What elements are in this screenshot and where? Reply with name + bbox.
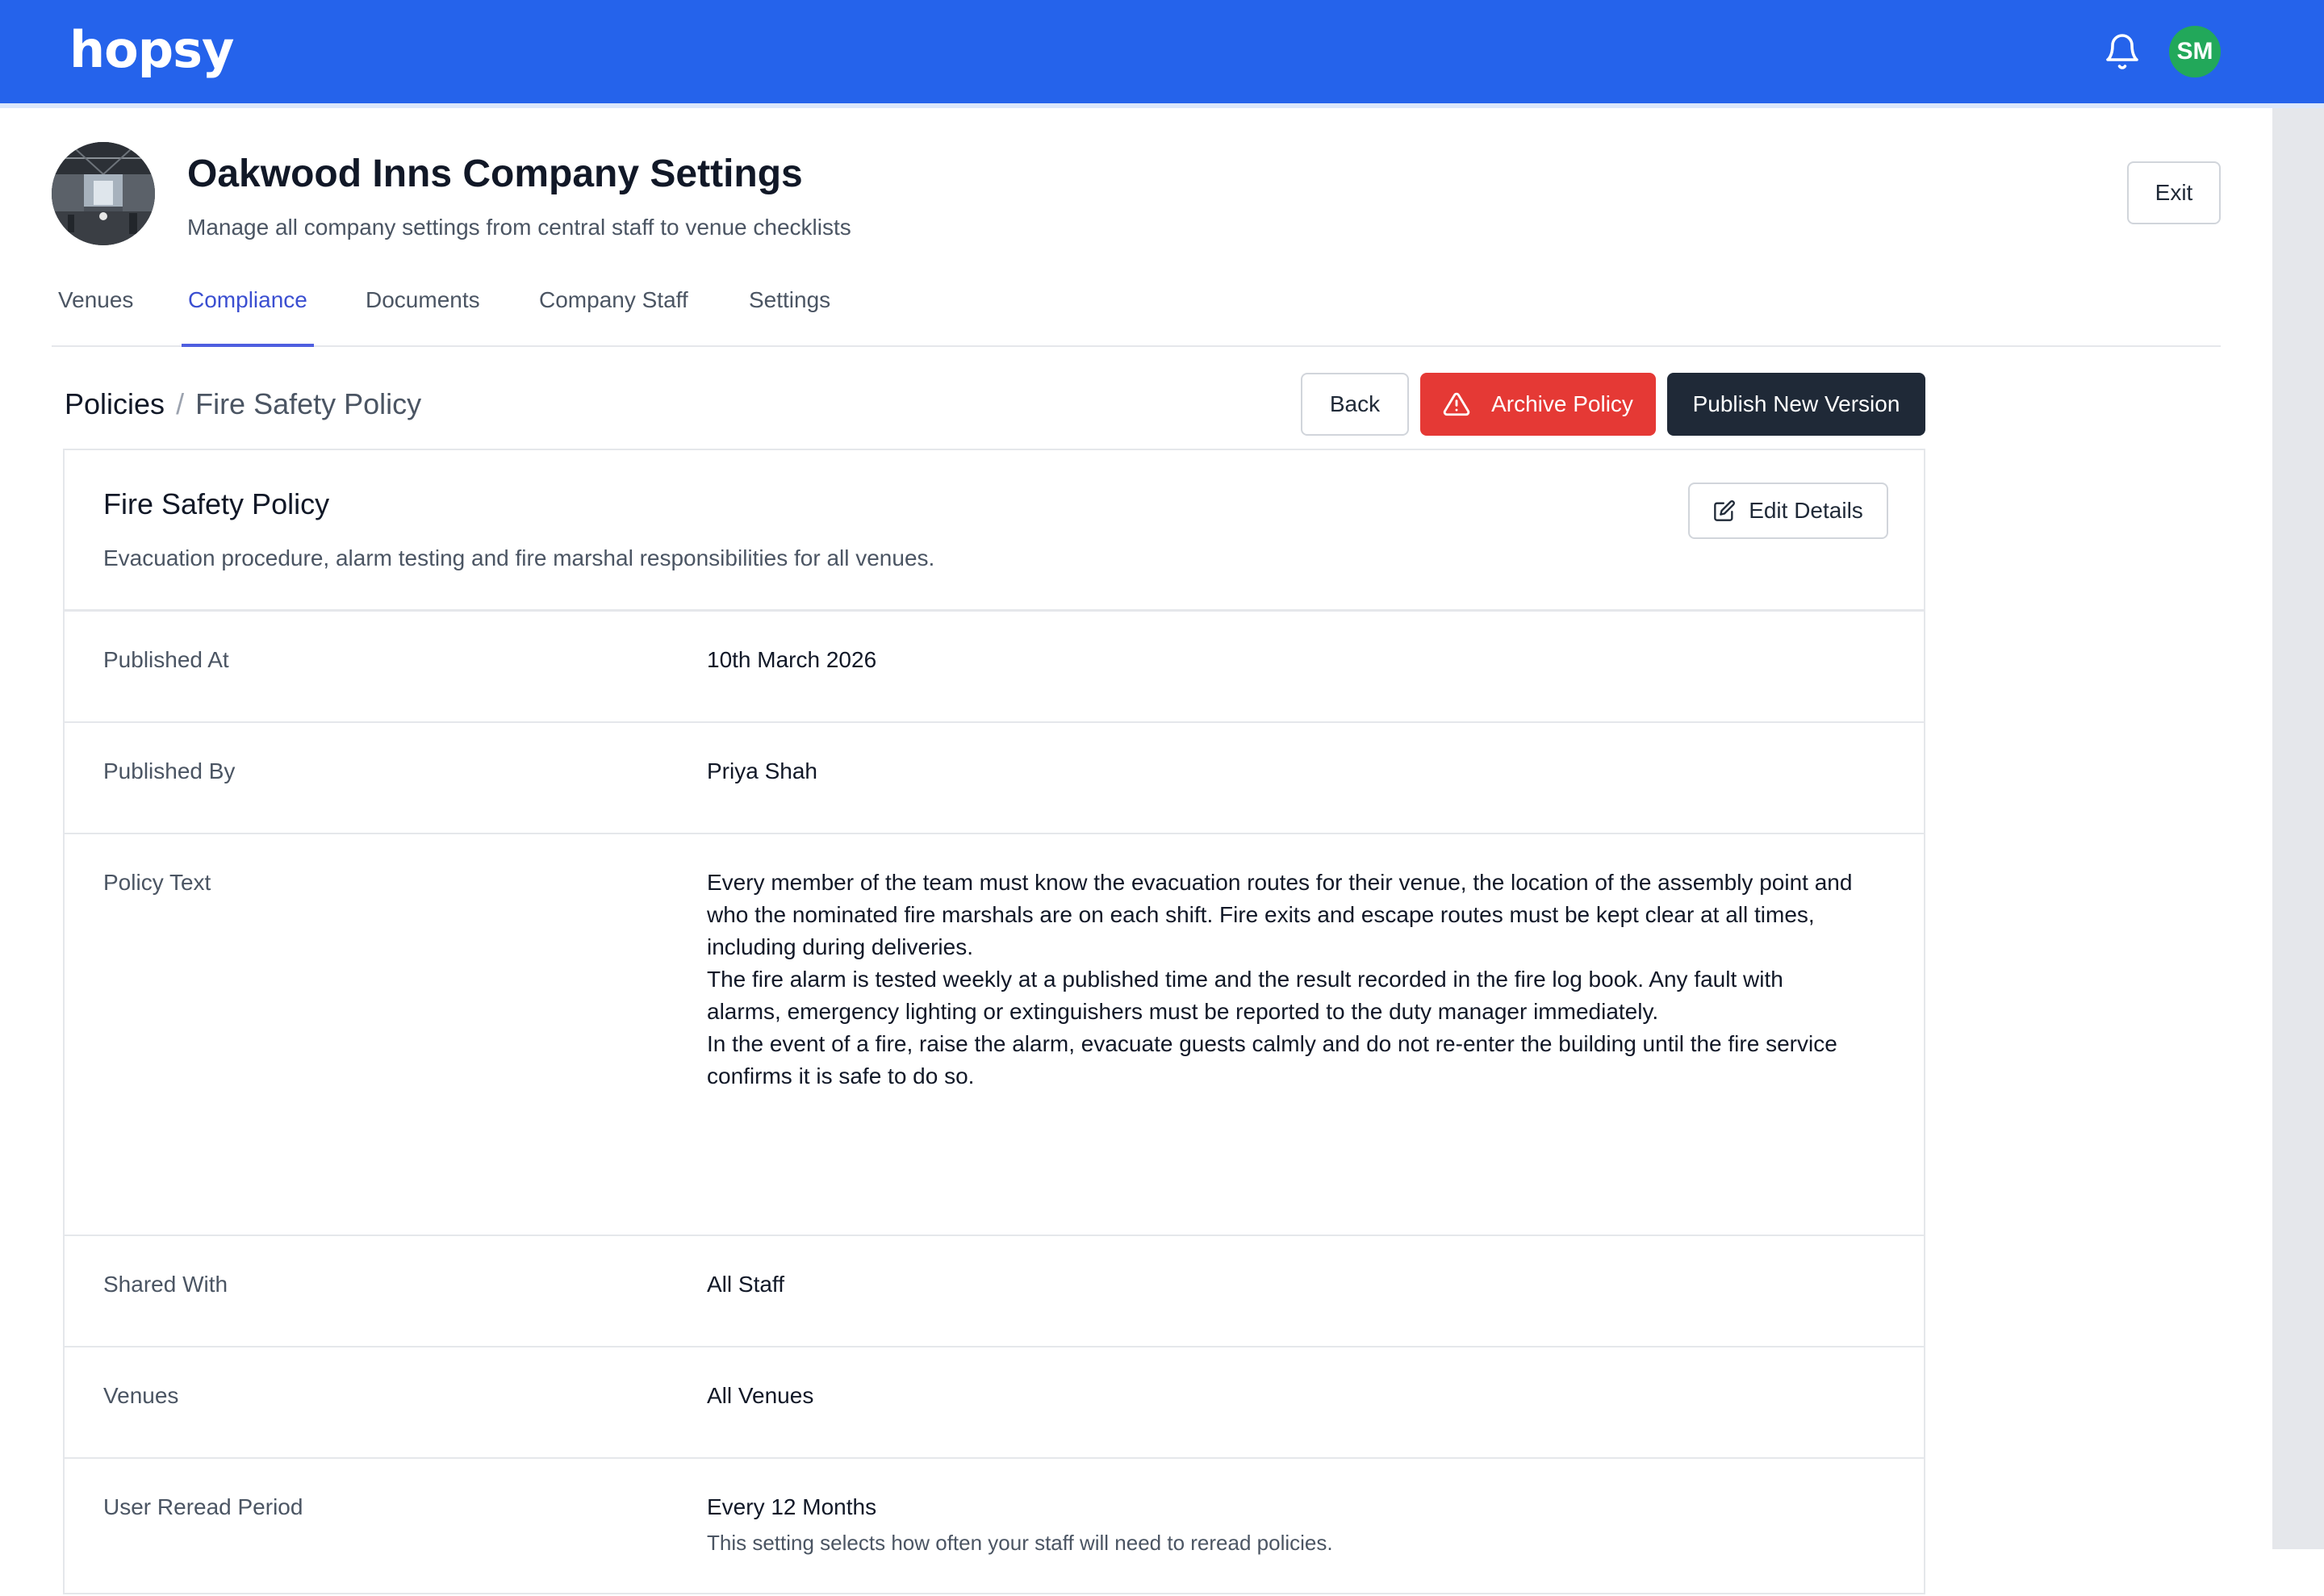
shared-with-value: All Staff [707, 1272, 784, 1297]
policy-card: Fire Safety Policy Evacuation procedure,… [63, 449, 1925, 1594]
shared-with-label: Shared With [103, 1272, 228, 1297]
policy-text-paragraph: In the event of a fire, raise the alarm,… [707, 1031, 1837, 1088]
archive-policy-label: Archive Policy [1491, 391, 1633, 416]
published-by-value: Priya Shah [707, 758, 817, 783]
reread-period-row: User Reread Period Every 12 Months This … [65, 1459, 1924, 1596]
tab-settings[interactable]: Settings [749, 274, 830, 347]
policy-text-label: Policy Text [103, 870, 211, 895]
published-by-label: Published By [103, 758, 236, 783]
policy-title: Fire Safety Policy [103, 487, 330, 520]
publish-new-version-button[interactable]: Publish New Version [1667, 373, 1925, 436]
tab-venues[interactable]: Venues [58, 274, 133, 347]
reread-period-help: This setting selects how often your staf… [707, 1531, 1333, 1555]
tab-compliance[interactable]: Compliance [182, 274, 314, 347]
scrollbar-track[interactable] [2272, 108, 2324, 1549]
venues-label: Venues [103, 1383, 179, 1408]
navbar-divider [0, 103, 2324, 108]
breadcrumb-current: Fire Safety Policy [195, 387, 422, 420]
published-at-label: Published At [103, 647, 229, 672]
policy-text-paragraph: The fire alarm is tested weekly at a pub… [707, 967, 1783, 1024]
user-avatar[interactable]: SM [2169, 26, 2221, 77]
archive-policy-button[interactable]: Archive Policy [1420, 373, 1656, 436]
published-at-row: Published At 10th March 2026 [65, 612, 1924, 723]
company-avatar [52, 142, 155, 245]
published-at-value: 10th March 2026 [707, 647, 877, 672]
venues-value: All Venues [707, 1383, 814, 1408]
shared-with-row: Shared With All Staff [65, 1236, 1924, 1347]
reread-period-label: User Reread Period [103, 1494, 303, 1519]
policy-card-header: Fire Safety Policy Evacuation procedure,… [65, 450, 1924, 612]
policy-text-body: Every member of the team must know the e… [707, 867, 1853, 1093]
edit-details-button[interactable]: Edit Details [1688, 483, 1888, 539]
breadcrumb-policies-link[interactable]: Policies [65, 387, 165, 420]
breadcrumb-separator: / [176, 387, 185, 420]
policy-text-paragraph: Every member of the team must know the e… [707, 870, 1853, 959]
page-subtitle: Manage all company settings from central… [187, 215, 851, 240]
warning-triangle-icon [1443, 391, 1491, 418]
edit-icon [1713, 499, 1749, 522]
tab-company-staff[interactable]: Company Staff [539, 274, 688, 347]
bell-icon[interactable] [2103, 32, 2142, 71]
reread-period-value: Every 12 Months [707, 1494, 877, 1519]
tab-documents[interactable]: Documents [366, 274, 480, 347]
exit-button[interactable]: Exit [2127, 161, 2221, 224]
published-by-row: Published By Priya Shah [65, 723, 1924, 834]
policy-text-row: Policy Text Every member of the team mus… [65, 834, 1924, 1236]
edit-details-label: Edit Details [1749, 498, 1863, 523]
settings-tabs: Venues Compliance Documents Company Staf… [52, 274, 2221, 347]
venues-row: Venues All Venues [65, 1347, 1924, 1459]
back-button[interactable]: Back [1301, 373, 1409, 436]
top-navbar: hopsy SM [0, 0, 2324, 103]
hopsy-logo[interactable]: hopsy [69, 18, 234, 82]
page-title: Oakwood Inns Company Settings [187, 152, 803, 195]
breadcrumb: Policies / Fire Safety Policy [65, 384, 421, 424]
policy-description: Evacuation procedure, alarm testing and … [103, 545, 935, 570]
